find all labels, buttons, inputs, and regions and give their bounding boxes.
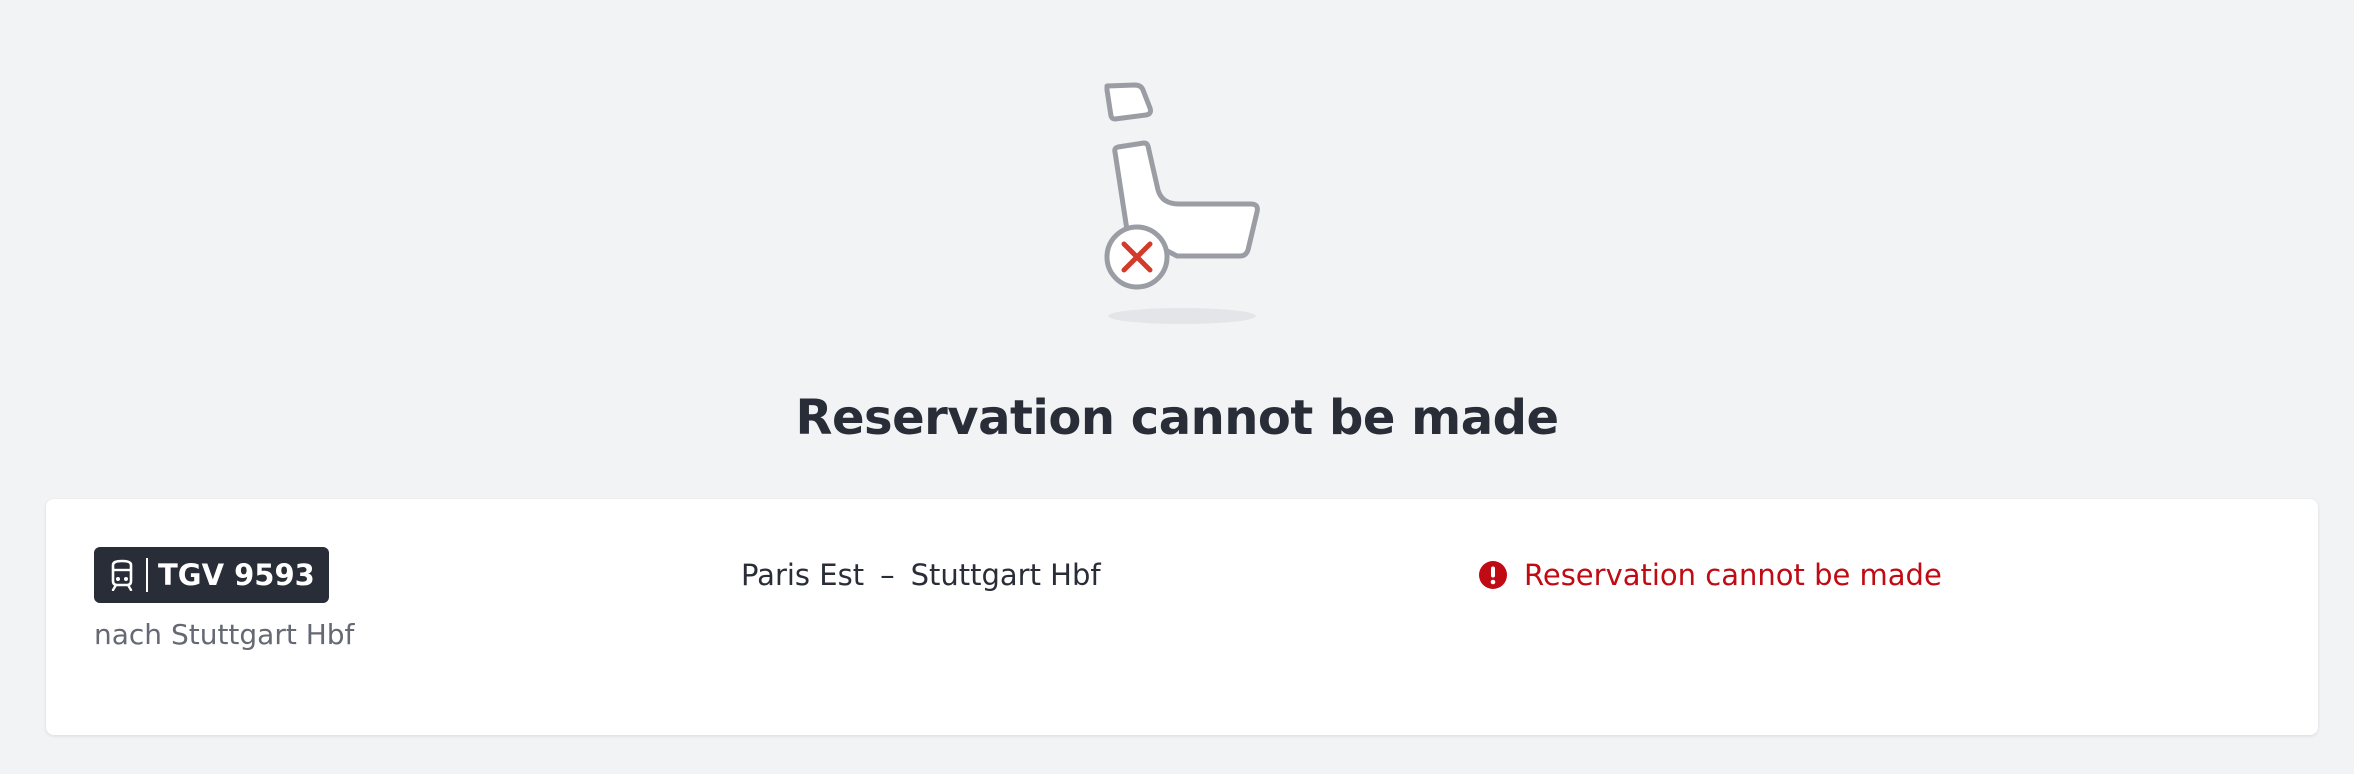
route-from: Paris Est [741, 558, 865, 592]
route-separator: – [880, 558, 895, 592]
badge-divider [146, 558, 148, 592]
train-number: TGV 9593 [158, 558, 315, 592]
status-text: Reservation cannot be made [1524, 558, 1942, 592]
seat-unavailable-icon [1104, 82, 1260, 324]
route: Paris Est – Stuttgart Hbf [741, 555, 1101, 595]
page-title: Reservation cannot be made [795, 390, 1559, 446]
train-front-icon [108, 558, 136, 592]
connection-card: TGV 9593 nach Stuttgart Hbf Paris Est – St… [46, 499, 2318, 735]
reservation-status: Reservation cannot be made [1478, 555, 1942, 595]
train-destination: nach Stuttgart Hbf [94, 618, 355, 651]
train-badge: TGV 9593 [94, 547, 329, 603]
error-circle-icon [1479, 561, 1507, 589]
route-to: Stuttgart Hbf [910, 558, 1101, 592]
